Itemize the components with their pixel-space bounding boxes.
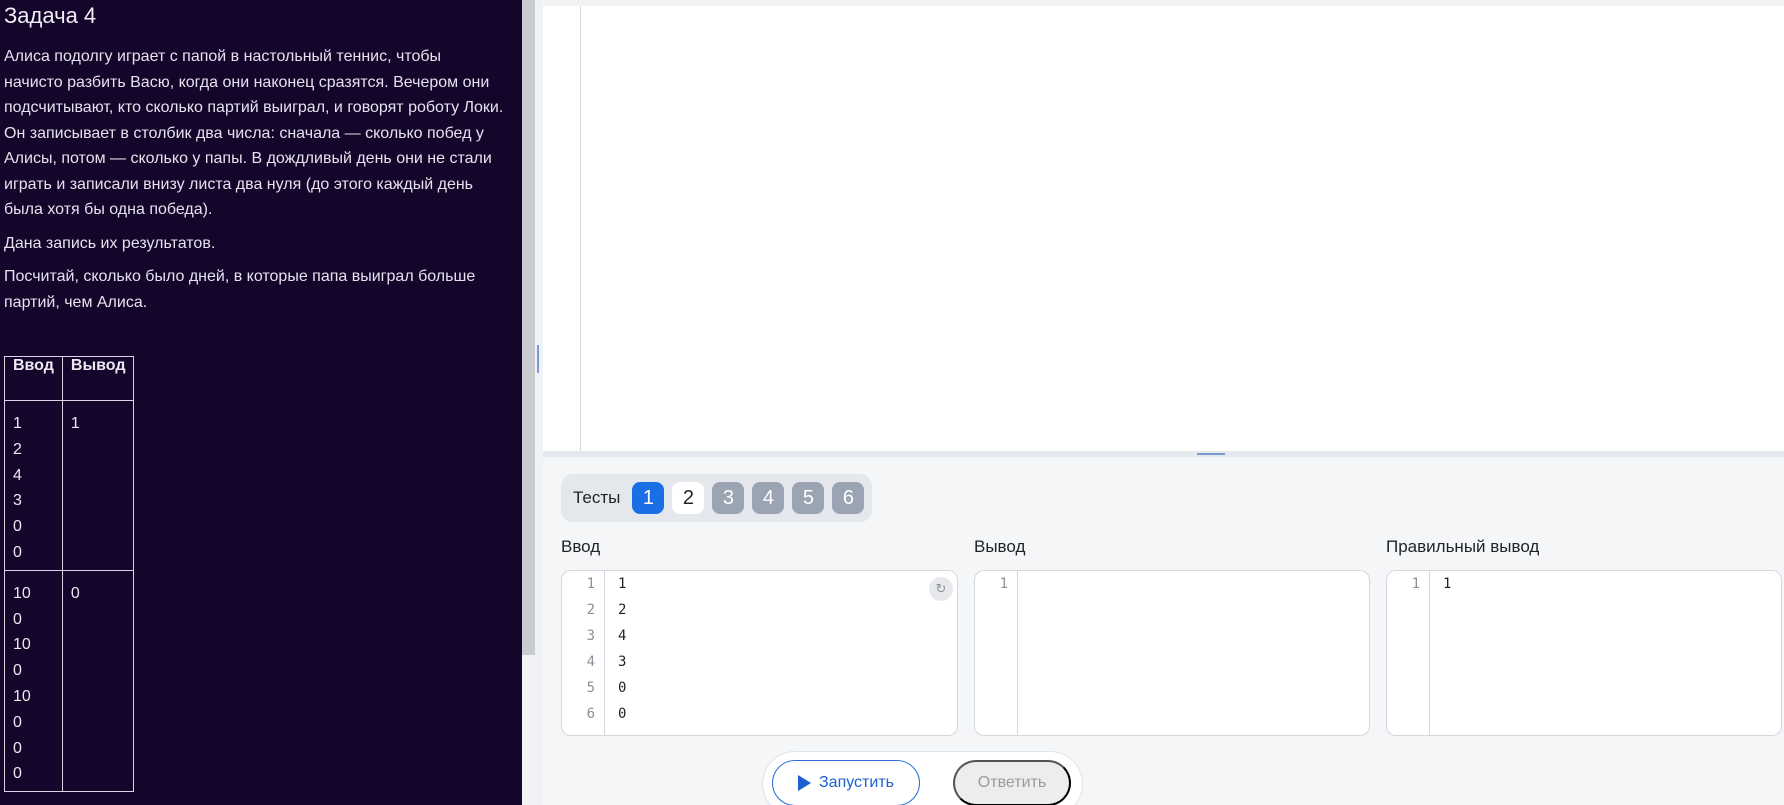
splitter-handle[interactable] (537, 345, 539, 373)
example-output-line: 1 (70, 415, 80, 432)
example-input-line: 10 (13, 636, 31, 654)
line-number: 5 (586, 680, 595, 696)
examples-header-input: Ввод (4, 356, 63, 401)
line-value: 2 (618, 602, 627, 618)
answer-button[interactable]: Ответить (953, 760, 1071, 805)
output-label: Вывод (974, 537, 1026, 556)
reset-icon[interactable]: ↻ (929, 577, 953, 601)
tests-label: Тесты (573, 488, 621, 507)
example-input-line: 0 (13, 610, 22, 628)
line-value: 1 (618, 576, 627, 592)
test-tab-3[interactable]: 3 (712, 482, 745, 514)
test-tab-6[interactable]: 6 (832, 482, 865, 514)
test-tab-5[interactable]: 5 (792, 482, 825, 514)
expected-output-view: 11 (1386, 570, 1782, 736)
play-icon (798, 775, 811, 791)
line-value: 3 (618, 654, 627, 670)
expected-output-label: Правильный вывод (1386, 537, 1540, 556)
example-input-line: 10 (13, 584, 31, 602)
editor-splitter[interactable] (543, 451, 1784, 457)
line-number: 1 (999, 576, 1008, 592)
example-input-cell: 10 0 10 0 10 0 0 0 (4, 569, 63, 793)
tests-selector: Тесты 123456 (561, 474, 873, 522)
line-value: 4 (618, 628, 627, 644)
line-number: 4 (586, 654, 595, 670)
line-number: 2 (586, 602, 595, 618)
line-value: 0 (618, 706, 627, 722)
examples-row: 10 0 10 0 10 0 0 0 0 (4, 569, 135, 793)
line-number: 1 (586, 576, 595, 592)
line-number: 1 (1411, 576, 1420, 592)
line-value: 0 (618, 680, 627, 696)
example-input-line: 0 (13, 543, 22, 561)
test-output-view: 1 (974, 570, 1370, 736)
run-button[interactable]: Запустить (772, 760, 920, 805)
test-input-editor[interactable]: ↻ 1 1 2 2 3 4 4 3 5 0 6 0 (561, 570, 958, 736)
task-panel: Задача 4 Алиса подолгу играет с папой в … (0, 0, 522, 805)
task-question: Посчитай, сколько было дней, в которые п… (4, 268, 476, 311)
example-output-cell: 1 (61, 400, 135, 571)
task-given: Дана запись их результатов. (4, 234, 216, 252)
line-number: 6 (586, 706, 595, 722)
test-tab-4[interactable]: 4 (752, 482, 785, 514)
editor-top-bar (543, 0, 1784, 6)
editor-gutter (580, 6, 581, 451)
example-input-cell: 1 2 4 3 0 0 (4, 400, 63, 571)
editor-splitter-handle[interactable] (1197, 453, 1225, 455)
test-tab-2[interactable]: 2 (672, 482, 705, 514)
example-input-line: 0 (13, 739, 22, 757)
action-bar: Запустить Ответить (763, 752, 1082, 805)
example-input-line: 0 (13, 518, 22, 536)
example-input-line: 0 (13, 765, 22, 783)
example-output-line: 0 (70, 584, 80, 602)
run-button-label: Запустить (819, 774, 894, 791)
task-panel-scrollbar[interactable] (522, 0, 535, 655)
line-value: 1 (1443, 576, 1452, 592)
example-input-line: 2 (13, 440, 22, 458)
input-label: Ввод (561, 537, 601, 556)
example-input-line: 0 (13, 662, 22, 680)
line-number: 3 (586, 628, 595, 644)
task-statement: Алиса подолгу играет с папой в настольны… (4, 48, 504, 218)
examples-table: Ввод Вывод 1 2 4 3 0 0 1 10 0 10 0 10 0 0 0 0 (4, 356, 135, 793)
example-input-line: 3 (13, 492, 22, 510)
examples-row: 1 2 4 3 0 0 1 (4, 400, 135, 571)
examples-header-output: Вывод (61, 356, 135, 401)
test-tab-1[interactable]: 1 (632, 482, 665, 514)
example-input-line: 0 (13, 713, 22, 731)
app-root: Задача 4 Алиса подолгу играет с папой в … (0, 0, 1784, 805)
example-input-line: 1 (13, 415, 22, 432)
task-title: Задача 4 (4, 3, 97, 28)
example-input-line: 4 (13, 466, 22, 484)
example-output-cell: 0 (61, 569, 135, 793)
code-editor[interactable] (543, 0, 1784, 451)
example-input-line: 10 (13, 687, 31, 705)
